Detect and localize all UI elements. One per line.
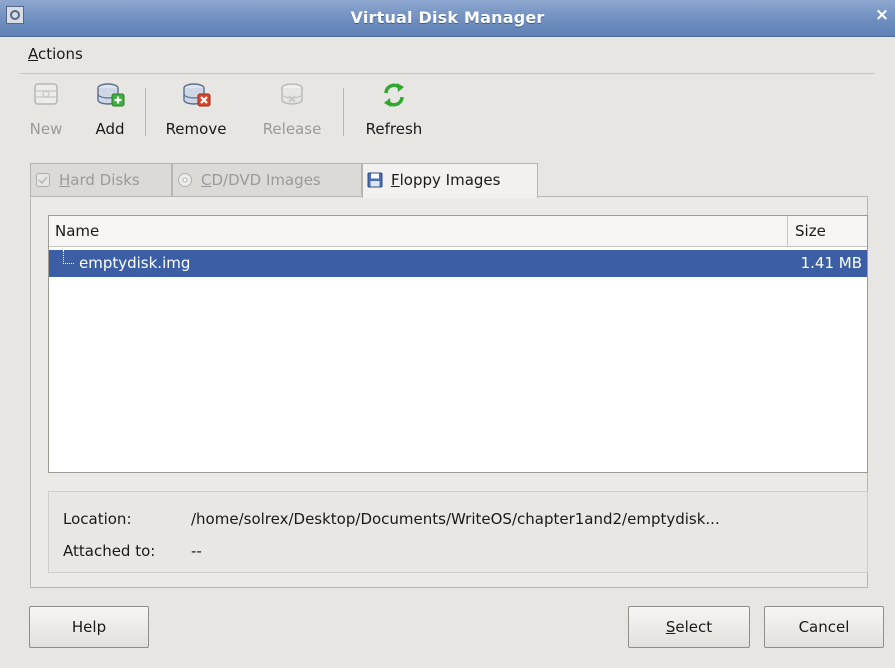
row-name-cell: emptydisk.img: [79, 254, 191, 272]
tab-panel: Name Size emptydisk.img 1.41 MB Location…: [30, 196, 868, 588]
floppy-icon: [367, 172, 383, 188]
help-button[interactable]: Help: [29, 606, 149, 648]
hard-disk-icon: [36, 173, 50, 187]
remove-disk-icon: [183, 83, 211, 107]
column-header-size[interactable]: Size: [787, 216, 867, 246]
tab-cd-dvd-images[interactable]: CD/DVD Images: [172, 163, 362, 196]
toolbar-separator: [343, 88, 344, 136]
details-box: Location: /home/solrex/Desktop/Documents…: [48, 491, 868, 573]
disk-table[interactable]: Name Size emptydisk.img 1.41 MB: [48, 215, 868, 473]
add-disk-icon: [97, 83, 125, 107]
new-button-label: New: [29, 120, 63, 138]
toolbar: New Add Remove Release Refresh: [20, 76, 480, 146]
title-bar[interactable]: Virtual Disk Manager ×: [0, 0, 895, 37]
attached-to-value: --: [191, 542, 202, 560]
tree-connector: [63, 250, 74, 264]
attached-to-label: Attached to:: [63, 542, 156, 560]
row-size-cell: 1.41 MB: [800, 254, 862, 272]
tab-hard-disks[interactable]: Hard Disks: [30, 163, 172, 196]
close-icon[interactable]: ×: [871, 4, 893, 26]
refresh-button[interactable]: Refresh: [354, 80, 434, 142]
refresh-button-label: Refresh: [365, 120, 423, 138]
remove-button[interactable]: Remove: [156, 80, 236, 142]
remove-button-label: Remove: [165, 120, 227, 138]
refresh-icon: [384, 83, 404, 107]
table-header: Name Size: [49, 216, 867, 247]
location-value: /home/solrex/Desktop/Documents/WriteOS/c…: [191, 510, 720, 528]
menu-separator: [20, 73, 875, 74]
toolbar-separator: [145, 88, 146, 136]
column-header-name[interactable]: Name: [55, 222, 99, 240]
cancel-button[interactable]: Cancel: [764, 606, 884, 648]
menu-bar: Actions: [0, 37, 895, 71]
menu-actions[interactable]: Actions: [28, 45, 83, 63]
new-disk-icon: [34, 83, 58, 105]
table-row[interactable]: emptydisk.img 1.41 MB: [49, 250, 867, 277]
select-button[interactable]: Select: [628, 606, 750, 648]
window-title: Virtual Disk Manager: [350, 8, 545, 27]
release-button-label: Release: [262, 120, 322, 138]
tab-floppy-images[interactable]: Floppy Images: [362, 163, 538, 198]
add-button-label: Add: [95, 120, 125, 138]
release-disk-icon: [281, 83, 303, 105]
add-button[interactable]: Add: [90, 80, 130, 142]
new-button[interactable]: New: [26, 80, 66, 142]
location-label: Location:: [63, 510, 132, 528]
cd-icon: [178, 173, 192, 187]
release-button[interactable]: Release: [252, 80, 332, 142]
